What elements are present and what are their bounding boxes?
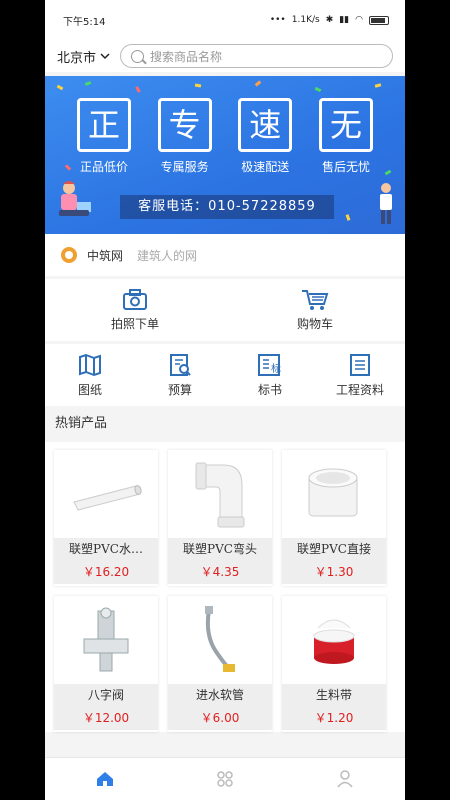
photo-order-button[interactable]: 拍照下单 — [45, 279, 225, 341]
product-price: ￥4.35 — [168, 560, 272, 584]
wifi-icon: ◠ — [355, 15, 363, 25]
battery-icon — [369, 15, 389, 25]
elbow-icon — [195, 462, 245, 528]
pvc-pipe-icon — [73, 485, 142, 511]
product-price: ￥1.30 — [282, 560, 386, 584]
promise-item: 正 正品低价 — [73, 98, 135, 175]
city-name: 北京市 — [57, 50, 97, 66]
user-icon — [337, 770, 353, 788]
hot-products-title: 热销产品 — [55, 416, 108, 431]
cart-button[interactable]: 购物车 — [225, 279, 405, 341]
promise-item: 速 极速配送 — [234, 98, 296, 175]
search-placeholder: 搜索商品名称 — [150, 49, 223, 64]
product-price: ￥1.20 — [282, 706, 386, 730]
promise-label: 售后无忧 — [321, 160, 370, 174]
category-engineering-docs[interactable]: 工程资料 — [315, 344, 405, 406]
promise-char: 正 — [77, 98, 131, 152]
budget-icon — [170, 353, 191, 376]
camera-icon — [123, 288, 147, 310]
product-card[interactable]: 八字阀 ￥12.00 — [54, 596, 158, 732]
product-price: ￥12.00 — [54, 706, 158, 730]
quick-actions: 拍照下单 购物车 — [45, 279, 405, 341]
city-selector[interactable]: 北京市 — [57, 47, 110, 66]
home-icon — [97, 772, 113, 786]
product-card[interactable]: 进水软管 ￥6.00 — [168, 596, 272, 732]
network-speed: 1.1K/s — [291, 15, 320, 25]
product-image — [282, 450, 386, 538]
promise-item: 专 专属服务 — [154, 98, 216, 175]
bluetooth-icon: ✱ — [325, 15, 334, 25]
product-card[interactable]: 联塑PVC直接 ￥1.30 — [282, 450, 386, 586]
product-name: 联塑PVC弯头 — [168, 538, 272, 560]
category-label: 预算 — [167, 382, 192, 397]
product-name: 生料带 — [282, 684, 386, 706]
product-image — [54, 596, 158, 684]
category-drawings[interactable]: 图纸 — [45, 344, 135, 406]
product-card[interactable]: 联塑PVC水… ￥16.20 — [54, 450, 158, 586]
promise-row: 正 正品低价 专 专属服务 速 极速配送 无 售后无忧 — [73, 98, 377, 175]
coupling-icon — [308, 468, 358, 517]
tab-category[interactable] — [165, 758, 285, 800]
header: 北京市 搜索商品名称 — [45, 40, 405, 72]
tab-home[interactable] — [45, 758, 165, 800]
hotline[interactable]: 客服电话：010-57228859 — [120, 195, 334, 219]
promise-label: 专属服务 — [160, 160, 209, 174]
phone-screen: 下午5:14 ••• 1.1K/s ✱ ▮▮ ◠ 北京市 搜索商品名称 正 正品… — [45, 0, 405, 800]
product-price: ￥16.20 — [54, 560, 158, 584]
category-label: 工程资料 — [335, 382, 384, 397]
brand-logo-icon — [61, 247, 77, 263]
status-time: 下午5:14 — [63, 16, 106, 28]
product-name: 进水软管 — [168, 684, 272, 706]
category-budget[interactable]: 预算 — [135, 344, 225, 406]
product-image — [168, 596, 272, 684]
tape-icon — [313, 619, 355, 664]
promise-char: 专 — [157, 98, 212, 152]
category-row: 图纸 预算 标 标书 工程资料 — [45, 344, 405, 406]
search-icon — [131, 49, 145, 63]
product-card[interactable]: 联塑PVC弯头 ￥4.35 — [168, 450, 272, 586]
chevron-down-icon — [100, 53, 110, 60]
document-icon — [350, 353, 370, 376]
cart-icon — [302, 289, 329, 310]
promise-label: 正品低价 — [79, 160, 128, 174]
product-name: 联塑PVC水… — [54, 538, 158, 560]
svg-text:标: 标 — [271, 363, 281, 375]
bid-icon: 标 — [258, 353, 281, 376]
product-image — [282, 596, 386, 684]
category-label: 图纸 — [77, 382, 102, 397]
hose-icon — [205, 606, 235, 672]
product-grid: 联塑PVC水… ￥16.20 联塑PVC弯头 ￥4.35 联塑PVC直接 ￥1.… — [45, 442, 405, 732]
product-price: ￥6.00 — [168, 706, 272, 730]
bottom-tab-bar — [45, 757, 405, 800]
brand-slogan: 建筑人的网 — [137, 248, 198, 263]
product-image — [54, 450, 158, 538]
person-illustration-icon — [59, 181, 91, 216]
search-input[interactable]: 搜索商品名称 — [120, 44, 393, 68]
brand-bar: 中筑网 建筑人的网 — [45, 234, 405, 276]
promise-item: 无 售后无忧 — [315, 98, 377, 175]
product-card[interactable]: 生料带 ￥1.20 — [282, 596, 386, 732]
product-image — [168, 450, 272, 538]
signal-icon: ▮▮ — [339, 15, 350, 25]
status-icons: ••• 1.1K/s ✱ ▮▮ ◠ — [270, 15, 389, 25]
status-bar: 下午5:14 ••• 1.1K/s ✱ ▮▮ ◠ — [45, 0, 405, 40]
promo-banner[interactable]: 正 正品低价 专 专属服务 速 极速配送 无 售后无忧 客服电话：010-572… — [45, 76, 405, 234]
map-icon — [79, 353, 101, 376]
valve-icon — [83, 607, 129, 672]
person-standing-icon — [380, 183, 392, 224]
product-name: 联塑PVC直接 — [282, 538, 386, 560]
promise-char: 无 — [318, 98, 373, 152]
dots-icon: ••• — [269, 15, 286, 25]
promise-char: 速 — [238, 98, 293, 152]
promise-label: 极速配送 — [241, 160, 290, 174]
quick-label: 购物车 — [296, 316, 333, 331]
grid-icon — [217, 771, 233, 787]
quick-label: 拍照下单 — [110, 316, 159, 331]
tab-profile[interactable] — [285, 758, 405, 800]
category-label: 标书 — [257, 382, 282, 397]
category-bid[interactable]: 标 标书 — [225, 344, 315, 406]
brand-name: 中筑网 — [87, 248, 124, 263]
product-name: 八字阀 — [54, 684, 158, 706]
